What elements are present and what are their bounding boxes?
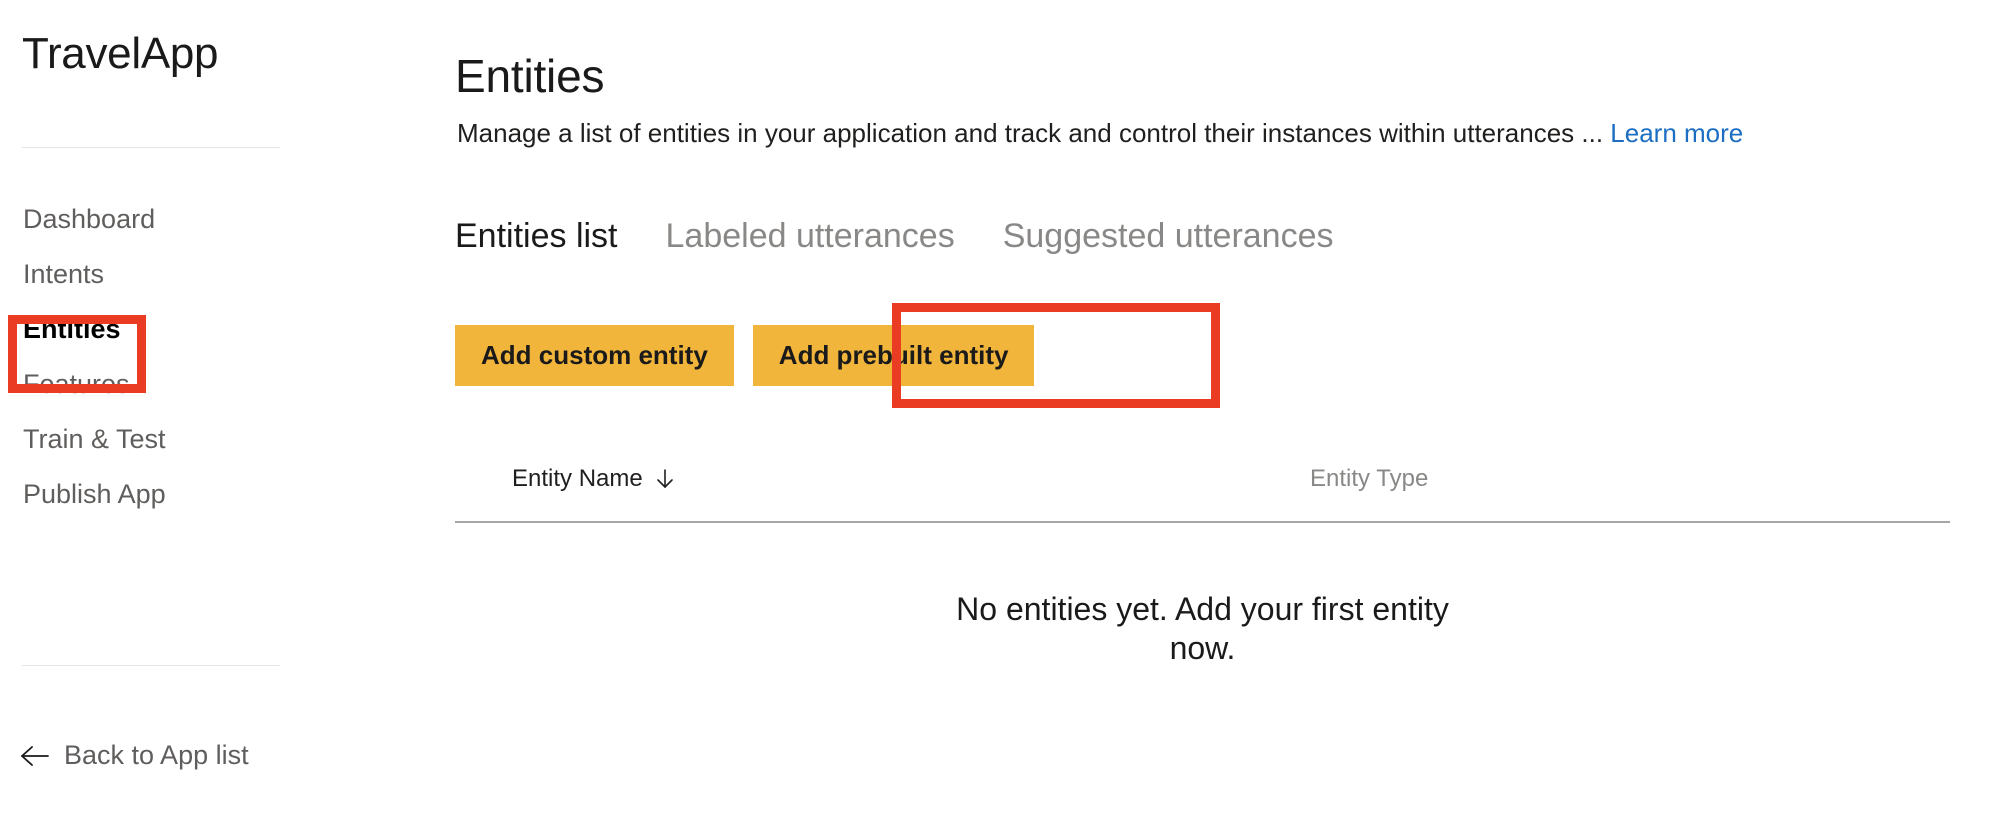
empty-state-line-1: No entities yet. Add your first entity bbox=[956, 591, 1449, 627]
tab-entities-list[interactable]: Entities list bbox=[455, 215, 666, 258]
sidebar-item-publish-app[interactable]: Publish App bbox=[0, 467, 300, 522]
main-content: Entities Manage a list of entities in yo… bbox=[455, 0, 2008, 838]
sidebar-item-label: Features bbox=[23, 369, 130, 399]
arrow-left-icon bbox=[20, 744, 50, 768]
sidebar-item-entities[interactable]: Entities bbox=[0, 302, 300, 357]
page-title: Entities bbox=[455, 49, 605, 102]
sidebar-item-features[interactable]: Features bbox=[0, 357, 300, 412]
entities-table-header: Entity Name Entity Type bbox=[455, 465, 1950, 523]
tab-label: Entities list bbox=[455, 217, 618, 255]
add-prebuilt-entity-button[interactable]: Add prebuilt entity bbox=[752, 325, 1035, 386]
sidebar-item-label: Entities bbox=[23, 314, 121, 344]
column-header-entity-name-label: Entity Name bbox=[512, 465, 643, 492]
tab-label: Suggested utterances bbox=[1002, 217, 1334, 255]
table-header-rule bbox=[455, 521, 1950, 523]
sidebar-item-label: Intents bbox=[23, 259, 105, 289]
column-header-entity-type-label: Entity Type bbox=[1310, 465, 1429, 492]
sidebar: TravelApp Dashboard Intents Entities Fea… bbox=[0, 0, 300, 838]
tab-labeled-utterances[interactable]: Labeled utterances bbox=[666, 215, 1003, 258]
entities-table: Entity Name Entity Type bbox=[455, 465, 1950, 523]
sidebar-item-label: Dashboard bbox=[23, 204, 156, 234]
back-to-app-list-link[interactable]: Back to App list bbox=[20, 740, 249, 771]
sidebar-nav: Dashboard Intents Entities Features Trai… bbox=[0, 192, 300, 522]
empty-state-message: No entities yet. Add your first entity n… bbox=[455, 590, 1950, 668]
sidebar-item-dashboard[interactable]: Dashboard bbox=[0, 192, 300, 247]
column-header-entity-name[interactable]: Entity Name bbox=[512, 465, 675, 493]
add-custom-entity-button[interactable]: Add custom entity bbox=[455, 325, 734, 386]
sidebar-item-label: Publish App bbox=[23, 479, 166, 509]
empty-state-line-2: now. bbox=[1169, 630, 1236, 667]
tab-suggested-utterances[interactable]: Suggested utterances bbox=[1003, 215, 1382, 258]
page-subtitle-text: Manage a list of entities in your applic… bbox=[457, 118, 1611, 148]
arrow-down-icon bbox=[655, 468, 675, 490]
learn-more-link[interactable]: Learn more bbox=[1610, 118, 1743, 148]
app-title: TravelApp bbox=[22, 29, 219, 78]
page-subtitle: Manage a list of entities in your applic… bbox=[457, 120, 1743, 146]
tab-bar: Entities list Labeled utterances Suggest… bbox=[455, 215, 1382, 258]
sidebar-item-label: Train & Test bbox=[23, 424, 166, 454]
sidebar-item-intents[interactable]: Intents bbox=[0, 247, 300, 302]
sidebar-divider-bottom bbox=[22, 665, 280, 666]
action-button-group: Add custom entity Add prebuilt entity bbox=[455, 325, 1035, 386]
column-header-entity-type[interactable]: Entity Type bbox=[1310, 465, 1428, 493]
tab-label: Labeled utterances bbox=[665, 217, 955, 255]
sidebar-item-train-and-test[interactable]: Train & Test bbox=[0, 412, 300, 467]
sidebar-divider-top bbox=[22, 147, 280, 148]
back-to-app-list-label: Back to App list bbox=[64, 740, 249, 770]
